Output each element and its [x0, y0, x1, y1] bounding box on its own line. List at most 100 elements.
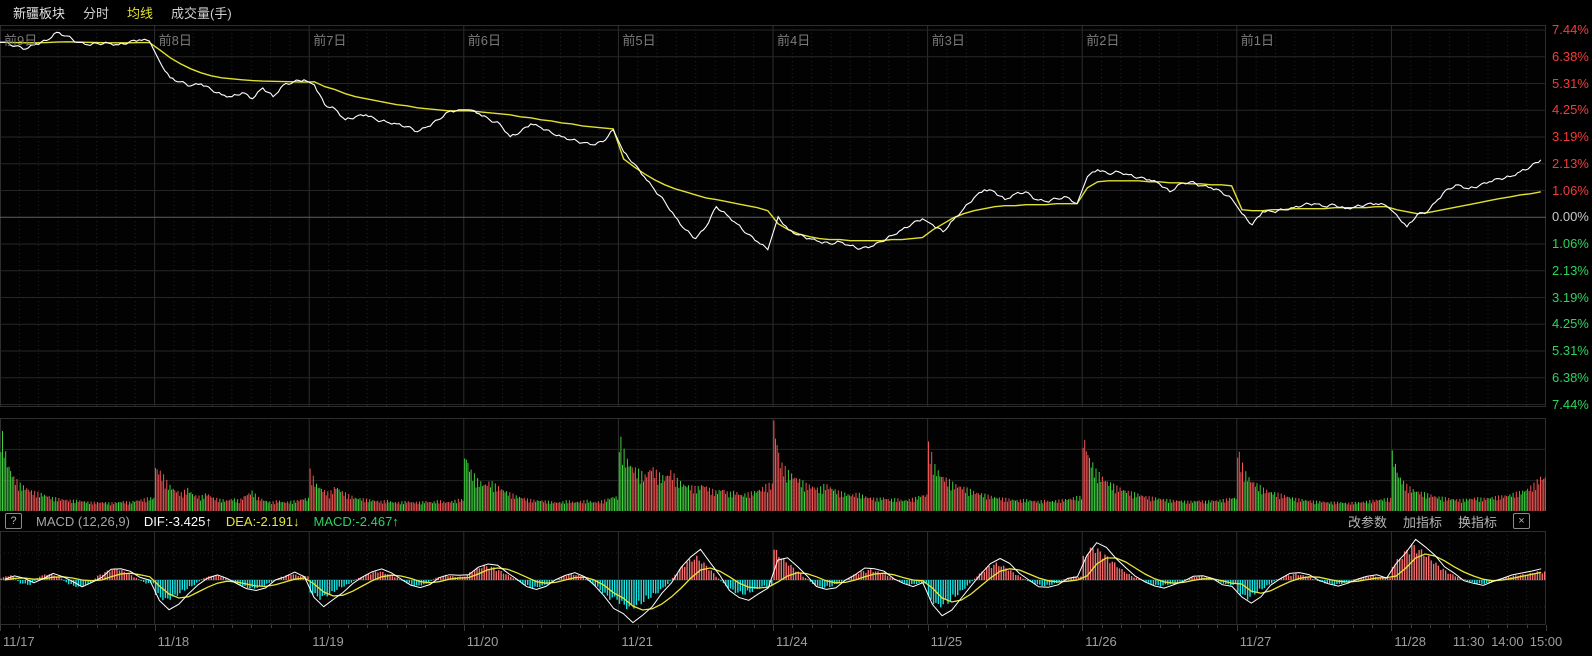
axis-tick — [657, 625, 658, 628]
axis-tick — [947, 625, 948, 628]
axis-tick — [541, 625, 542, 628]
axis-tick — [1507, 625, 1508, 628]
axis-tick — [773, 625, 774, 631]
volume-pane[interactable] — [0, 418, 1546, 512]
y-axis-label: 1.06% — [1552, 184, 1592, 198]
axis-tick — [676, 625, 677, 628]
axis-tick — [251, 625, 252, 628]
axis-tick — [1005, 625, 1006, 628]
price-chart-pane[interactable]: 前9日前8日前7日前6日前5日前4日前3日前2日前1日 — [0, 25, 1546, 407]
axis-tick — [1160, 625, 1161, 628]
switch-indicator-button[interactable]: 换指标 — [1458, 512, 1497, 531]
axis-tick — [618, 625, 619, 631]
volume-svg — [0, 418, 1546, 512]
axis-tick — [116, 625, 117, 628]
time-axis: 11/1711/1811/1911/2011/2111/2411/2511/26… — [0, 625, 1592, 656]
price-chart-svg — [0, 25, 1546, 407]
help-icon[interactable]: ? — [5, 513, 22, 529]
axis-tick — [1372, 625, 1373, 628]
menu-item-timeshare[interactable]: 分时 — [83, 3, 109, 22]
day-label: 前6日 — [468, 30, 501, 49]
axis-tick — [58, 625, 59, 628]
y-axis-label: 4.25% — [1552, 103, 1592, 117]
date-label: 11/21 — [621, 634, 653, 649]
axis-tick — [348, 625, 349, 628]
macd-svg — [0, 531, 1546, 625]
date-label: 11/18 — [158, 634, 190, 649]
y-axis-label: 6.38% — [1552, 50, 1592, 64]
y-axis-label: 0.00% — [1552, 210, 1592, 224]
axis-tick — [1237, 625, 1238, 631]
macd-value: MACD:-2.467↑ — [314, 514, 399, 529]
axis-tick — [1314, 625, 1315, 628]
axis-tick — [1217, 625, 1218, 628]
axis-tick — [232, 625, 233, 628]
axis-tick — [1024, 625, 1025, 628]
axis-tick — [1295, 625, 1296, 628]
axis-tick — [213, 625, 214, 628]
axis-tick — [638, 625, 639, 628]
axis-tick — [966, 625, 967, 628]
macd-params-label: MACD (12,26,9) — [36, 514, 130, 529]
date-label: 11/20 — [467, 634, 499, 649]
axis-tick — [444, 625, 445, 628]
day-label: 前5日 — [622, 30, 655, 49]
axis-tick — [850, 625, 851, 628]
axis-tick — [1469, 625, 1470, 628]
axis-tick — [734, 625, 735, 628]
axis-tick — [1140, 625, 1141, 628]
close-icon[interactable]: × — [1513, 513, 1530, 529]
axis-tick — [502, 625, 503, 628]
axis-tick — [1179, 625, 1180, 628]
axis-tick — [97, 625, 98, 628]
y-axis-label: 7.44% — [1552, 398, 1592, 412]
menu-item-ma[interactable]: 均线 — [127, 3, 153, 22]
time-label: 15:00 — [1530, 634, 1563, 649]
day-label: 前1日 — [1241, 30, 1274, 49]
date-label: 11/25 — [931, 634, 963, 649]
axis-tick — [290, 625, 291, 628]
date-label: 11/17 — [3, 634, 35, 649]
day-label: 前4日 — [777, 30, 810, 49]
day-label: 前7日 — [313, 30, 346, 49]
axis-tick — [155, 625, 156, 631]
axis-tick — [1430, 625, 1431, 628]
menu-item-volume[interactable]: 成交量(手) — [171, 3, 232, 22]
change-params-button[interactable]: 改参数 — [1348, 512, 1387, 531]
y-axis-label: 5.31% — [1552, 344, 1592, 358]
axis-tick — [464, 625, 465, 631]
day-label: 前2日 — [1086, 30, 1119, 49]
axis-tick — [1333, 625, 1334, 628]
day-label: 前9日 — [4, 30, 37, 49]
axis-tick — [831, 625, 832, 628]
percent-axis: 7.44%6.38%5.31%4.25%3.19%2.13%1.06%0.00%… — [1550, 25, 1592, 407]
axis-tick — [1527, 625, 1528, 628]
axis-tick — [696, 625, 697, 628]
y-axis-label: 7.44% — [1552, 23, 1592, 37]
dif-value: DIF:-3.425↑ — [144, 514, 212, 529]
date-label: 11/27 — [1240, 634, 1272, 649]
axis-tick — [580, 625, 581, 628]
axis-tick — [19, 625, 20, 628]
axis-tick — [1546, 625, 1547, 631]
axis-tick — [560, 625, 561, 628]
axis-tick — [1256, 625, 1257, 628]
axis-tick — [193, 625, 194, 628]
axis-tick — [754, 625, 755, 628]
y-axis-label: 5.31% — [1552, 77, 1592, 91]
axis-tick — [1488, 625, 1489, 628]
axis-tick — [0, 625, 1, 631]
y-axis-label: 6.38% — [1552, 371, 1592, 385]
axis-tick — [870, 625, 871, 628]
axis-tick — [77, 625, 78, 628]
axis-tick — [1353, 625, 1354, 628]
y-axis-label: 3.19% — [1552, 130, 1592, 144]
header-bar: 新疆板块 分时 均线 成交量(手) — [0, 0, 1592, 25]
time-label: 14:00 — [1491, 634, 1524, 649]
macd-pane[interactable] — [0, 531, 1546, 625]
axis-tick — [1082, 625, 1083, 631]
add-indicator-button[interactable]: 加指标 — [1403, 512, 1442, 531]
axis-tick — [1411, 625, 1412, 628]
y-axis-label: 4.25% — [1552, 317, 1592, 331]
sector-title: 新疆板块 — [13, 3, 65, 22]
